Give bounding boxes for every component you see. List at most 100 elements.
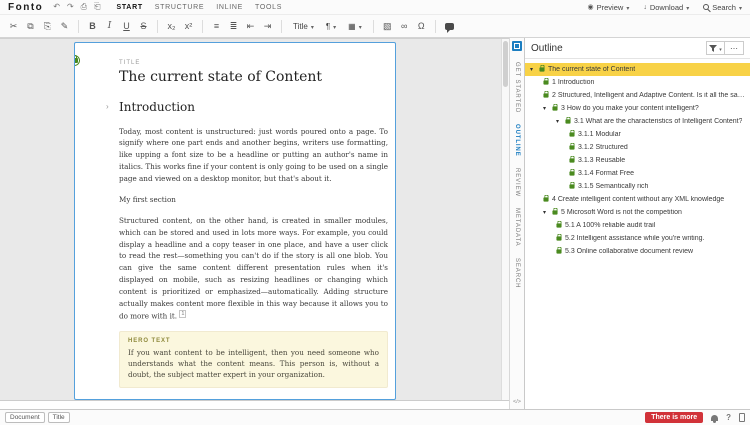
hero-text-content[interactable]: If you want content to be intelligent, t…	[128, 347, 379, 380]
title-field-label: TITLE	[119, 60, 141, 66]
lock-icon	[543, 78, 549, 85]
italic-button[interactable]: I	[103, 18, 116, 34]
table-dropdown[interactable]: ▦	[344, 18, 366, 34]
lock-icon	[569, 156, 575, 163]
superscript-button[interactable]: x²	[182, 18, 195, 34]
tab-metadata[interactable]: METADATA	[514, 208, 520, 247]
numbered-list-button[interactable]: ≣	[227, 18, 240, 34]
outline-item[interactable]: The current state of Content	[525, 63, 750, 76]
paragraph[interactable]: Structured content, on the other hand, i…	[119, 215, 388, 322]
lock-icon	[556, 247, 562, 254]
outline-item[interactable]: 3.1.2 Structured	[525, 141, 750, 154]
lock-icon	[543, 91, 549, 98]
bell-icon[interactable]	[711, 414, 719, 423]
document-content[interactable]: TITLE The current state of Content › Int…	[75, 43, 395, 399]
source-code-icon[interactable]: </>	[513, 399, 521, 405]
there-is-more-button[interactable]: There is more	[645, 412, 704, 423]
link-icon[interactable]: ∞	[398, 18, 411, 34]
outline-item[interactable]: 2 Structured, Intelligent and Adaptive C…	[525, 89, 750, 102]
preview-dropdown[interactable]: ◉ Preview	[588, 3, 630, 12]
section-heading[interactable]: › Introduction	[106, 100, 388, 116]
cut-icon[interactable]: ✂	[7, 18, 20, 34]
block-style-dropdown[interactable]: Title	[289, 18, 318, 34]
paragraph-icon: ¶	[325, 21, 331, 31]
tab-review[interactable]: REVIEW	[514, 168, 520, 197]
document-title[interactable]: The current state of Content	[119, 69, 388, 85]
strikethrough-button[interactable]: S	[137, 18, 150, 34]
outline-item[interactable]: 5.3 Online collaborative document review	[525, 245, 750, 258]
outline-item-label: 5.2 Intelligent assistance while you're …	[565, 235, 705, 242]
paragraph-style-dropdown[interactable]: ¶	[322, 18, 340, 34]
hero-text-label: HERO TEXT	[128, 338, 171, 345]
scrollbar-thumb[interactable]	[503, 41, 508, 87]
collapse-chevron-icon[interactable]: ›	[106, 102, 109, 112]
outline-item[interactable]: 3.1.4 Format Free	[525, 167, 750, 180]
format-painter-icon[interactable]: ✎	[58, 18, 71, 34]
panel-more-button[interactable]: ⋯	[725, 41, 744, 55]
menu-structure[interactable]: STRUCTURE	[155, 4, 204, 11]
outline-item-label: 5.1 A 100% reliable audit trail	[565, 222, 656, 229]
chevron-down-icon[interactable]	[543, 106, 549, 112]
tab-get-started[interactable]: GET STARTED	[514, 62, 520, 113]
vertical-scrollbar[interactable]	[501, 39, 509, 400]
undo-icon[interactable]: ↶	[53, 3, 60, 11]
tab-outline[interactable]: OUTLINE	[514, 124, 520, 157]
panel-pin-icon[interactable]	[512, 41, 522, 51]
chevron-down-icon	[333, 22, 336, 31]
outline-item[interactable]: 4 Create intelligent content without any…	[525, 193, 750, 206]
toolbar-divider	[202, 19, 203, 33]
outline-item[interactable]: 5.2 Intelligent assistance while you're …	[525, 232, 750, 245]
formatting-toolbar: ✂ ⧉ ⎘ ✎ B I U S x₂ x² ≡ ≣ ⇤ ⇥ Title ¶ ▦ …	[0, 15, 750, 38]
outline-item[interactable]: 5 Microsoft Word is not the competition	[525, 206, 750, 219]
chevron-down-icon	[311, 22, 314, 31]
subscript-button[interactable]: x₂	[165, 18, 178, 34]
help-icon[interactable]: ?	[726, 413, 731, 422]
toolbar-divider	[372, 19, 374, 33]
filter-button[interactable]	[706, 41, 725, 55]
outline-item[interactable]: 3.1 What are the characteristics of Inte…	[525, 115, 750, 128]
paragraph[interactable]: My first section	[119, 194, 388, 206]
bullet-list-button[interactable]: ≡	[210, 18, 223, 34]
chevron-down-icon[interactable]	[530, 67, 536, 73]
comment-icon[interactable]	[443, 18, 456, 34]
paragraph[interactable]: Today, most content is unstructured: jus…	[119, 126, 388, 185]
copy-icon[interactable]: ⧉	[24, 18, 37, 34]
chevron-down-icon[interactable]	[556, 119, 562, 125]
redo-icon[interactable]: ↷	[67, 3, 74, 11]
horizontal-scrollbar[interactable]	[0, 400, 509, 409]
image-icon[interactable]: ▧	[381, 18, 394, 34]
menu-tools[interactable]: TOOLS	[255, 4, 282, 11]
outline-item[interactable]: 3.1.1 Modular	[525, 128, 750, 141]
outline-item[interactable]: 3.1.5 Semantically rich	[525, 180, 750, 193]
document-page[interactable]: TITLE The current state of Content › Int…	[74, 42, 396, 400]
mobile-preview-icon[interactable]	[739, 413, 745, 422]
toolbar-divider	[157, 19, 158, 33]
breadcrumb-title[interactable]: Title	[47, 412, 70, 423]
breadcrumb-document[interactable]: Document	[5, 412, 45, 423]
outline-item[interactable]: 5.1 A 100% reliable audit trail	[525, 219, 750, 232]
indent-button[interactable]: ⇥	[261, 18, 274, 34]
editor-canvas[interactable]: TITLE The current state of Content › Int…	[0, 38, 509, 409]
preview-label: Preview	[596, 2, 624, 12]
outline-panel-header: Outline ⋯	[525, 38, 750, 59]
outdent-button[interactable]: ⇤	[244, 18, 257, 34]
download-icon: ↓	[643, 3, 647, 11]
special-character-icon[interactable]: Ω	[415, 18, 428, 34]
menu-inline[interactable]: INLINE	[216, 4, 243, 11]
outline-item[interactable]: 1 Introduction	[525, 76, 750, 89]
outline-item[interactable]: 3 How do you make your content intellige…	[525, 102, 750, 115]
menu-start[interactable]: START	[116, 4, 142, 11]
footnote-marker[interactable]: 1	[179, 309, 187, 318]
download-dropdown[interactable]: ↓ Download	[643, 3, 689, 12]
save-icon[interactable]: ⎗	[94, 3, 100, 11]
chevron-down-icon[interactable]	[543, 210, 549, 216]
bold-button[interactable]: B	[86, 18, 99, 34]
underline-button[interactable]: U	[120, 18, 133, 34]
outline-item[interactable]: 3.1.3 Reusable	[525, 154, 750, 167]
paste-icon[interactable]: ⎘	[41, 18, 54, 34]
search-dropdown[interactable]: Search	[703, 3, 742, 12]
tab-search[interactable]: SEARCH	[514, 258, 520, 288]
print-icon[interactable]: ⎙	[81, 3, 87, 11]
hero-text-block[interactable]: HERO TEXT If you want content to be inte…	[119, 331, 388, 388]
chevron-down-icon	[739, 3, 742, 12]
